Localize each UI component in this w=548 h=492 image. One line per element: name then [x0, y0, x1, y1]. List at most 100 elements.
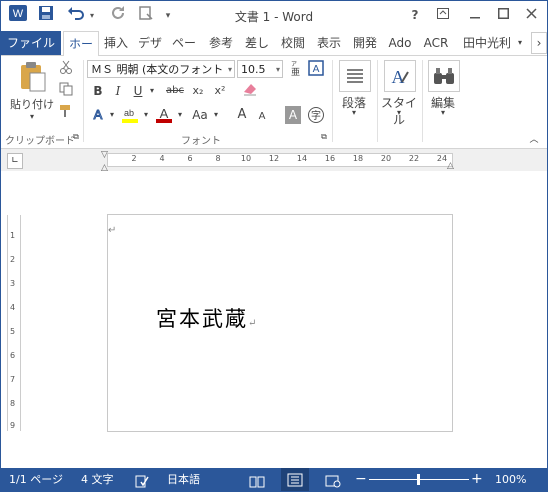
- read-mode-icon[interactable]: [249, 473, 265, 491]
- ruler-tick: 6: [187, 154, 193, 163]
- paragraph-icon[interactable]: [339, 60, 371, 92]
- svg-text:亜: 亜: [291, 67, 300, 76]
- highlight-dropdown-icon[interactable]: ▾: [141, 106, 151, 124]
- change-case-button[interactable]: Aa: [189, 106, 211, 124]
- zoom-in-button[interactable]: +: [471, 468, 483, 491]
- help-icon[interactable]: ?: [403, 5, 427, 25]
- paste-button[interactable]: 貼り付け: [7, 96, 57, 112]
- clipboard-launcher-icon[interactable]: ⧉: [71, 131, 81, 143]
- ruler-tick: 14: [296, 154, 308, 163]
- ribbon-tab-bar: ファイル ホー 挿入 デザ ペー 参考 差し 校閲 表示 開発 Ado ACR …: [1, 31, 547, 57]
- zoom-slider-thumb[interactable]: [417, 474, 420, 485]
- format-painter-icon[interactable]: [57, 104, 75, 122]
- ruler-tick: 3: [10, 279, 16, 288]
- font-color-icon[interactable]: A: [155, 106, 173, 124]
- ruler-tick: 22: [408, 154, 420, 163]
- user-dropdown-icon[interactable]: ▾: [515, 31, 525, 55]
- tab-file[interactable]: ファイル: [1, 31, 61, 55]
- styles-dropdown-icon[interactable]: ▾: [394, 108, 404, 117]
- horizontal-ruler[interactable]: ∟ ▽ △ △ 2 4 6 8 10 12 14 16 18 20 22 24: [1, 149, 547, 173]
- document-text[interactable]: 宮本武蔵↵: [156, 303, 256, 333]
- tab-references[interactable]: 参考: [205, 31, 237, 55]
- ruler-tick: 2: [10, 255, 16, 264]
- language-indicator[interactable]: 日本語: [167, 468, 200, 491]
- bold-button[interactable]: B: [89, 82, 107, 100]
- character-shading-button[interactable]: A: [285, 106, 301, 124]
- tab-page-layout[interactable]: ペー: [169, 31, 199, 55]
- ruler-tick: 2: [131, 154, 137, 163]
- tab-acrobat[interactable]: ACR: [420, 31, 452, 55]
- text-effects-icon[interactable]: A: [89, 106, 107, 124]
- paste-dropdown-icon[interactable]: ▾: [27, 112, 37, 121]
- shrink-font-button[interactable]: A: [253, 108, 271, 126]
- text-effects-dropdown-icon[interactable]: ▾: [107, 106, 117, 124]
- editing-dropdown-icon[interactable]: ▾: [438, 108, 448, 117]
- tab-home[interactable]: ホー: [63, 31, 99, 57]
- paragraph-mark-icon: ↵: [108, 225, 117, 236]
- subscript-button[interactable]: x₂: [189, 82, 207, 100]
- first-line-indent-icon[interactable]: ▽: [101, 150, 108, 160]
- tab-scroll-right-icon[interactable]: ›: [531, 32, 547, 54]
- ruler-tick: 4: [159, 154, 165, 163]
- font-launcher-icon[interactable]: ⧉: [319, 131, 329, 143]
- enclosed-character-icon[interactable]: 字: [307, 106, 325, 124]
- group-separator: [332, 60, 333, 142]
- binoculars-icon[interactable]: [428, 60, 460, 92]
- tab-developer[interactable]: 開発: [349, 31, 381, 55]
- tab-view[interactable]: 表示: [313, 31, 345, 55]
- clear-formatting-icon[interactable]: [241, 82, 259, 100]
- ruler-tick: 10: [240, 154, 252, 163]
- vertical-ruler[interactable]: 1 2 3 4 5 6 7 8 9: [7, 215, 21, 431]
- paragraph-dropdown-icon[interactable]: ▾: [349, 108, 359, 117]
- document-text-content: 宮本武蔵: [156, 307, 248, 331]
- svg-text:字: 字: [311, 109, 321, 122]
- copy-icon[interactable]: [57, 82, 75, 100]
- cut-icon[interactable]: [57, 60, 75, 78]
- zoom-level[interactable]: 100%: [495, 468, 526, 491]
- proofing-icon[interactable]: [135, 473, 149, 491]
- underline-dropdown-icon[interactable]: ▾: [147, 82, 157, 100]
- tab-design[interactable]: デザ: [135, 31, 165, 55]
- web-layout-icon[interactable]: [325, 473, 341, 491]
- font-name-combobox[interactable]: ＭＳ 明朝 (本文のフォント ▾: [87, 60, 235, 78]
- paste-icon[interactable]: [13, 60, 53, 94]
- zoom-out-button[interactable]: −: [355, 468, 367, 491]
- tab-selector-icon[interactable]: ∟: [7, 153, 23, 169]
- close-icon[interactable]: [519, 5, 543, 25]
- grow-font-button[interactable]: A: [233, 106, 251, 124]
- phonetic-guide-icon[interactable]: ア亜: [286, 60, 304, 78]
- italic-button[interactable]: I: [109, 82, 127, 100]
- document-page[interactable]: ↵ 宮本武蔵↵: [107, 214, 453, 432]
- svg-text:ab: ab: [124, 108, 134, 118]
- tab-mailings[interactable]: 差し: [241, 31, 273, 55]
- font-size-combobox[interactable]: 10.5 ▾: [237, 60, 283, 78]
- change-case-dropdown-icon[interactable]: ▾: [211, 106, 221, 124]
- strikethrough-button[interactable]: abc: [163, 82, 187, 100]
- highlight-icon[interactable]: ab: [121, 106, 139, 124]
- tab-addins[interactable]: Ado: [384, 31, 416, 55]
- collapse-ribbon-icon[interactable]: ︿: [527, 132, 541, 145]
- page-count[interactable]: 1/1 ページ: [9, 468, 63, 491]
- superscript-button[interactable]: x²: [211, 82, 229, 100]
- ribbon-display-options-icon[interactable]: [431, 5, 455, 25]
- paragraph-mark-icon: ↵: [248, 318, 257, 329]
- enclose-characters-icon[interactable]: A: [307, 60, 325, 78]
- user-name[interactable]: 田中光利: [459, 31, 515, 55]
- styles-icon[interactable]: A: [384, 60, 416, 92]
- ruler-tick: 12: [268, 154, 280, 163]
- chevron-down-icon[interactable]: ▾: [228, 61, 232, 77]
- minimize-icon[interactable]: [463, 5, 487, 25]
- ruler-tick: 16: [324, 154, 336, 163]
- status-bar: 1/1 ページ 4 文字 日本語 − + 100%: [1, 468, 547, 491]
- tab-review[interactable]: 校閲: [277, 31, 309, 55]
- font-color-dropdown-icon[interactable]: ▾: [175, 106, 185, 124]
- chevron-down-icon[interactable]: ▾: [276, 61, 280, 77]
- word-count[interactable]: 4 文字: [81, 468, 114, 491]
- ruler-tick: 20: [380, 154, 392, 163]
- underline-button[interactable]: U: [129, 82, 147, 100]
- maximize-icon[interactable]: [491, 5, 515, 25]
- group-separator: [422, 60, 423, 142]
- print-layout-icon[interactable]: [281, 468, 309, 491]
- group-label-font: フォント: [181, 136, 221, 147]
- tab-insert[interactable]: 挿入: [101, 31, 131, 55]
